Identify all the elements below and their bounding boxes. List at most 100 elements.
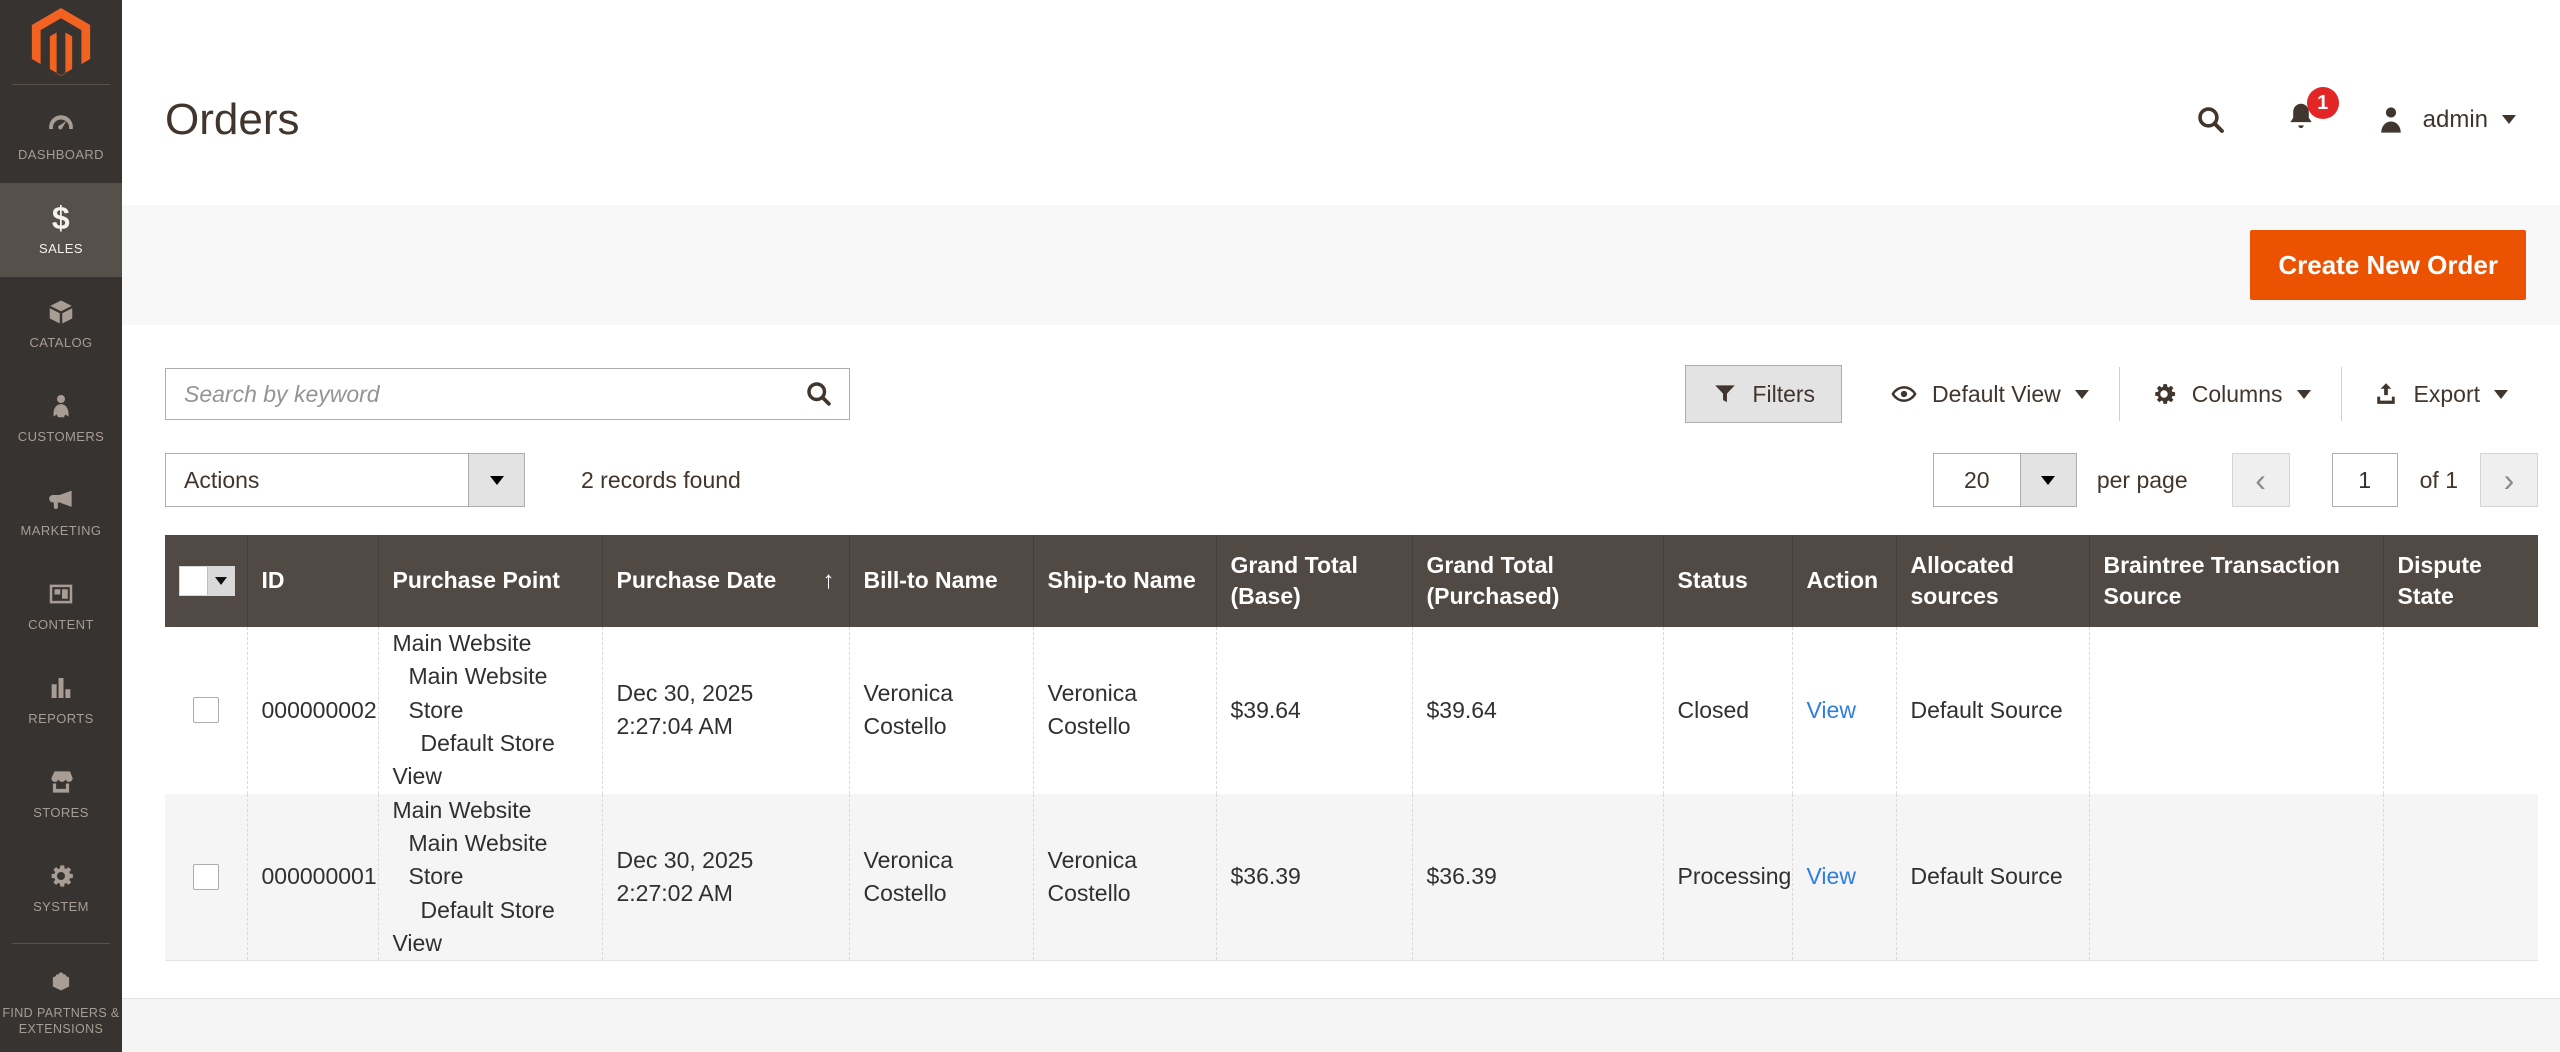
previous-page-button[interactable]: ‹ [2231,453,2290,507]
stores-icon [51,770,73,793]
column-header-dispute-state[interactable]: Dispute State [2383,535,2538,627]
action-cell: View [1792,627,1897,794]
sidebar-item-system[interactable]: SYSTEM [0,841,122,935]
column-header-status[interactable]: Status [1663,535,1793,627]
sidebar-item-content[interactable]: CONTENT [0,559,122,653]
admin-user-menu[interactable]: admin [2373,102,2516,138]
reports-icon [51,677,71,698]
sidebar-item-label: STORES [33,804,89,820]
row-checkbox[interactable] [192,864,219,891]
system-icon [51,864,73,887]
sidebar-item-stores[interactable]: STORES [0,747,122,841]
column-header-grand-total-purchased[interactable]: Grand Total (Purchased) [1412,535,1664,627]
admin-sidebar: DASHBOARD $ SALES CATALOG CUSTOMERS MARK… [0,0,122,1052]
sort-ascending-icon: ↑ [822,566,835,594]
dashboard-icon [49,114,73,129]
select-all-header[interactable] [165,535,248,627]
allocated-sources-cell: Default Source [1896,627,2090,794]
export-button[interactable]: Export [2342,365,2538,423]
marketing-icon [49,490,72,509]
purchase-point-line: View [392,763,442,790]
current-page-input[interactable] [2331,453,2398,507]
page-title: Orders [165,94,300,144]
purchase-point-line: Main Website [392,630,532,656]
notification-count-badge: 1 [2306,87,2339,119]
catalog-icon [49,300,73,324]
sidebar-item-catalog[interactable]: CATALOG [0,277,122,371]
sidebar-item-label: REPORTS [28,710,94,726]
filters-button[interactable]: Filters [1685,365,1843,423]
actions-dropdown-value: Actions [184,466,260,493]
row-select-cell [165,627,248,794]
customers-icon [53,394,69,417]
view-order-link[interactable]: View [1807,697,1856,723]
column-header-ship-to[interactable]: Ship-to Name [1033,535,1217,627]
columns-selector[interactable]: Columns [2120,365,2341,423]
sidebar-item-sales[interactable]: $ SALES [0,183,122,277]
select-all-checkbox[interactable] [179,566,235,596]
sidebar-item-marketing[interactable]: MARKETING [0,465,122,559]
braintree-cell [2089,793,2384,962]
sidebar-item-customers[interactable]: CUSTOMERS [0,371,122,465]
per-page-dropdown[interactable]: 20 [1932,453,2077,507]
page-actions-band: Create New Order [122,205,2560,325]
grid-toolbar: Filters Default View Columns Export [1685,365,2538,423]
ship-to-cell: Veronica Costello [1033,627,1217,794]
next-page-button[interactable]: › [2480,453,2538,507]
page-footer [122,998,2560,1052]
actions-dropdown[interactable]: Actions [165,453,525,507]
purchase-point-cell: Main Website Main Website Store Default … [378,627,603,794]
purchase-point-cell: Main Website Main Website Store Default … [378,793,603,962]
chevron-down-icon [2296,389,2311,399]
chevron-down-icon [2494,389,2508,399]
sidebar-item-dashboard[interactable]: DASHBOARD [0,89,122,183]
column-header-purchase-date[interactable]: Purchase Date ↑ [602,535,850,627]
extensions-icon [52,972,70,991]
purchase-point-line: Default Store [420,730,555,757]
bill-to-cell: Veronica Costello [849,627,1034,794]
search-submit-button[interactable] [789,369,849,419]
grand-total-purchased-cell: $36.39 [1412,793,1664,962]
row-checkbox[interactable] [192,697,219,724]
dropdown-arrow [468,454,524,506]
header-actions: 1 admin [2193,87,2516,140]
view-selector[interactable]: Default View [1860,365,2119,423]
magento-logo[interactable] [0,0,122,84]
status-cell: Processing [1663,793,1793,962]
column-header-action[interactable]: Action [1792,535,1897,627]
table-row: 000000002 Main Website Main Website Stor… [165,627,2538,794]
column-header-id[interactable]: ID [247,535,379,627]
sidebar-item-label: SYSTEM [33,898,89,914]
column-header-bill-to[interactable]: Bill-to Name [849,535,1034,627]
column-header-purchase-point[interactable]: Purchase Point [378,535,603,627]
allocated-sources-cell: Default Source [1896,793,2090,962]
row-select-cell [165,793,248,962]
username-label: admin [2422,105,2488,133]
order-id-cell: 000000002 [247,627,379,794]
grid-controls-row: Filters Default View Columns Export [165,365,2538,423]
sidebar-item-label: CONTENT [28,616,94,632]
view-order-link[interactable]: View [1807,863,1856,889]
column-header-grand-total-base[interactable]: Grand Total (Base) [1216,535,1413,627]
checkbox [180,567,207,595]
bill-to-cell: Veronica Costello [849,793,1034,962]
orders-grid: ID Purchase Point Purchase Date ↑ Bill-t… [165,535,2538,962]
page-header: Orders 1 admin [122,0,2560,205]
global-search-icon[interactable] [2193,102,2229,138]
columns-gear-icon [2155,384,2175,404]
notifications-button[interactable]: 1 [2283,87,2339,140]
column-header-braintree[interactable]: Braintree Transaction Source [2089,535,2384,627]
view-label: Default View [1932,380,2061,407]
sidebar-item-label: FIND PARTNERS & EXTENSIONS [2,1005,120,1036]
pagination-controls: 20 per page ‹ of 1 › [1932,453,2538,507]
dropdown-arrow [207,567,234,595]
create-new-order-button[interactable]: Create New Order [2250,230,2526,300]
sidebar-item-find-partners[interactable]: FIND PARTNERS & EXTENSIONS [0,952,122,1052]
table-row: 000000001 Main Website Main Website Stor… [165,793,2538,962]
actions-pagination-row: Actions 2 records found 20 per page ‹ of… [165,453,2538,507]
braintree-cell [2089,627,2384,794]
sidebar-item-reports[interactable]: REPORTS [0,653,122,747]
user-icon [2380,106,2401,133]
column-header-allocated-sources[interactable]: Allocated sources [1896,535,2090,627]
search-input[interactable] [166,380,789,408]
